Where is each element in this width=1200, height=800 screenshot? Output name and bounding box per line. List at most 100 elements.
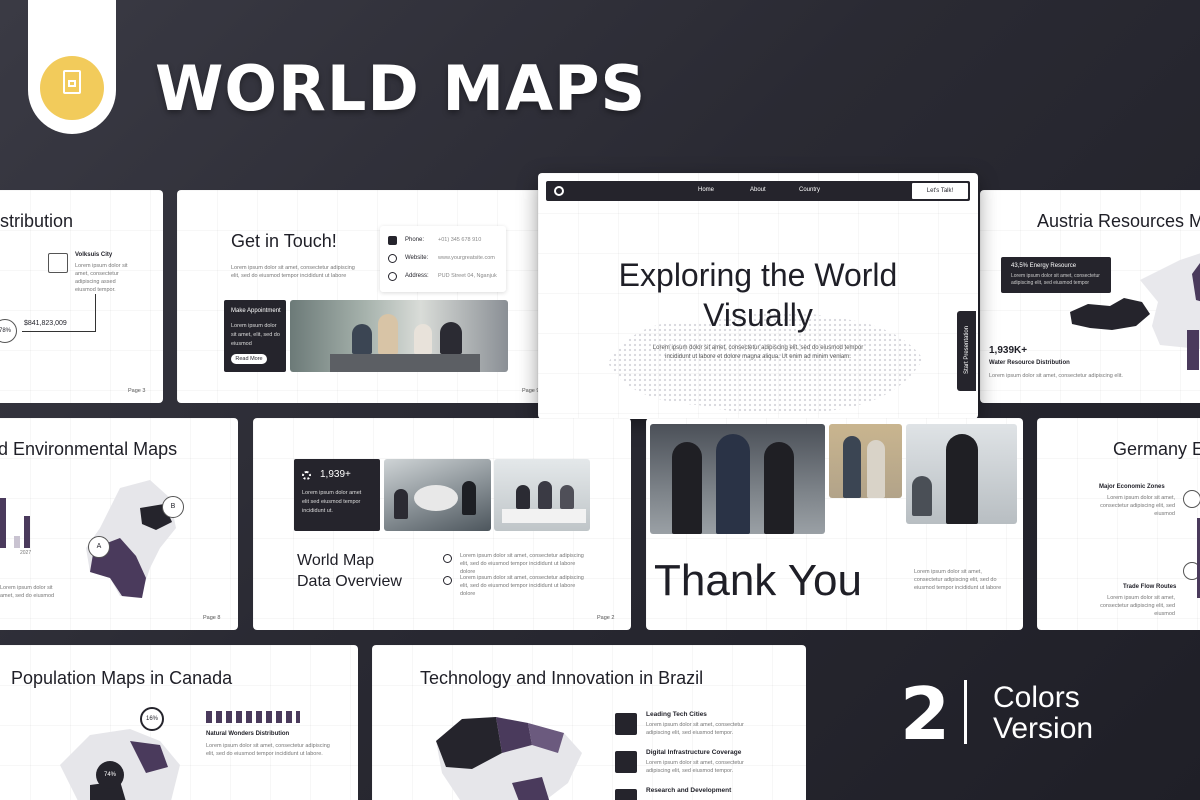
slide-distribution[interactable]: stribution Volksuis City Lorem ipsum dol…: [0, 190, 163, 403]
footer-divider: [964, 680, 967, 744]
badge-circle: [40, 56, 104, 120]
lets-talk-button[interactable]: Let's Talk!: [912, 183, 968, 199]
slide-title: Austria Resources M: [1037, 211, 1200, 231]
app-badge: [28, 0, 116, 134]
research-icon: [615, 789, 637, 800]
percent-circle: 78%: [0, 319, 17, 343]
slide-title: stribution: [0, 211, 74, 231]
page-title: WORLD MAPS: [155, 52, 647, 125]
stat-card: 1,939+ Lorem ipsum dolor amet elit sed e…: [294, 459, 380, 531]
env-desc: Lorem ipsum dolor sit amet, sed do eiusm…: [0, 585, 55, 599]
slide-thanks[interactable]: Thank You Lorem ipsum dolor sit amet, co…: [646, 418, 1023, 630]
bar: [14, 536, 20, 548]
hero-desc-1: Lorem ipsum dolor sit amet, consectetur …: [652, 345, 864, 351]
read-more-button[interactable]: Read More: [231, 354, 267, 364]
top-nav: Home About Country Let's Talk!: [546, 181, 970, 201]
slide-hero[interactable]: Home About Country Let's Talk! Exploring…: [538, 173, 978, 419]
colleagues-photo: [829, 424, 902, 498]
brazil-item-2-desc: Lorem ipsum dolor sit amet, consectetur …: [646, 760, 744, 774]
appointment-title: Make Appointment: [231, 308, 281, 314]
water-stat: 1,939K+: [989, 345, 1028, 356]
page-number: Page 3: [128, 388, 146, 394]
people-icon-row: [206, 711, 300, 723]
slide-environment[interactable]: d Environmental Maps 2027 A B Lorem ipsu…: [0, 418, 238, 630]
gear-icon: [302, 471, 311, 480]
hero-desc-2: incididunt ut labore et dolore magna ali…: [665, 354, 851, 360]
start-presentation-label: Start Presentation: [964, 325, 970, 375]
brazil-item-3: Research and Development: [646, 787, 732, 794]
start-presentation-button[interactable]: Start Presentation: [957, 311, 976, 391]
slide-overview[interactable]: 1,939+ Lorem ipsum dolor amet elit sed e…: [253, 418, 631, 630]
slide-austria[interactable]: Austria Resources M 43,5% Energy Resourc…: [980, 190, 1200, 403]
tech-city-icon: [615, 713, 637, 735]
canada-map: [60, 729, 180, 800]
nav-home[interactable]: Home: [698, 187, 714, 193]
city-name: Volksuis City: [75, 252, 113, 258]
phone-label: Phone:: [405, 237, 425, 243]
logo-icon: [554, 186, 564, 196]
water-stat-label: Water Resource Distribution: [989, 360, 1070, 366]
nav-about[interactable]: About: [750, 187, 766, 193]
year-label: 2027: [20, 550, 32, 556]
marker-b: B: [162, 496, 184, 518]
brazil-map: [436, 717, 582, 800]
team-photo: [290, 300, 508, 372]
colors-label: Colors Version: [993, 682, 1093, 744]
value-label: $841,823,009: [24, 320, 67, 327]
overview-item-2: Lorem ipsum dolor sit amet, consectetur …: [460, 575, 584, 597]
page-number: Page 9: [522, 388, 540, 394]
globe-icon: [388, 254, 397, 263]
page-number: Page 8: [203, 615, 221, 621]
woman-tablet-photo: [906, 424, 1017, 524]
business-team-photo: [650, 424, 825, 534]
hero-title-1: Exploring the World: [618, 257, 898, 293]
location-icon: [388, 272, 397, 281]
dollar-icon: [1183, 490, 1200, 508]
appointment-card: Make Appointment Lorem ipsum dolor sit a…: [224, 300, 286, 372]
slide-germany[interactable]: Germany E Major Economic Zones Lorem ips…: [1037, 418, 1200, 630]
bar: [24, 516, 30, 548]
page-number: Page 2: [597, 615, 615, 621]
address-label: Address:: [405, 273, 429, 279]
address-value: PUD Street 04, Nganjuk: [438, 273, 497, 279]
slide-title: Germany E: [1113, 439, 1200, 459]
side-bar: [1187, 330, 1199, 370]
overview-title-2: Data Overview: [297, 573, 402, 590]
bar-chart: [0, 498, 40, 548]
marker-a: A: [88, 536, 110, 558]
routes-title: Trade Flow Routes: [1123, 584, 1177, 590]
check-icon: [443, 576, 452, 585]
slide-contact[interactable]: Get in Touch! Lorem ipsum dolor sit amet…: [177, 190, 547, 403]
pin-74: 74%: [96, 761, 124, 789]
thanks-title: Thank You: [654, 556, 862, 605]
colors-line-2: Version: [993, 712, 1094, 745]
website-value: www.yourgreatsite.com: [438, 255, 495, 261]
check-icon: [443, 554, 452, 563]
infrastructure-icon: [615, 751, 637, 773]
stat-value: 1,939+: [320, 469, 351, 480]
phone-icon: [388, 236, 397, 245]
colors-line-1: Colors: [993, 681, 1080, 714]
natural-label: Natural Wonders Distribution: [206, 731, 290, 737]
website-label: Website:: [405, 255, 429, 261]
slides-doc-icon: [63, 70, 81, 94]
slide-canada[interactable]: Population Maps in Canada 16% 74% Natura…: [0, 645, 358, 800]
slide-brazil[interactable]: Technology and Innovation in Brazil Lead…: [372, 645, 806, 800]
zone-title: Major Economic Zones: [1099, 484, 1165, 490]
stat-desc: Lorem ipsum dolor amet elit sed eiusmod …: [302, 490, 362, 514]
brazil-item-1: Leading Tech Cities: [646, 711, 707, 718]
slide-title: Get in Touch!: [231, 231, 337, 251]
hero-title-2: Visually: [703, 297, 813, 333]
slide-title: d Environmental Maps: [0, 439, 178, 459]
meeting-photo-1: [384, 459, 491, 531]
city-icon: [48, 253, 68, 273]
zone-desc: Lorem ipsum dolor sit amet, consectetur …: [1100, 495, 1175, 517]
water-stat-desc: Lorem ipsum dolor sit amet, consectetur …: [989, 373, 1123, 379]
pin-16: 16%: [140, 707, 164, 731]
nav-country[interactable]: Country: [799, 187, 820, 193]
appointment-text: Lorem ipsum dolor sit amet, elit, sed do…: [231, 323, 280, 347]
bar: [0, 498, 6, 548]
city-desc: Lorem ipsum dolor sit amet, consectetur …: [75, 263, 128, 293]
overview-title-1: World Map: [297, 552, 375, 569]
brazil-item-2: Digital Infrastructure Coverage: [646, 749, 742, 756]
